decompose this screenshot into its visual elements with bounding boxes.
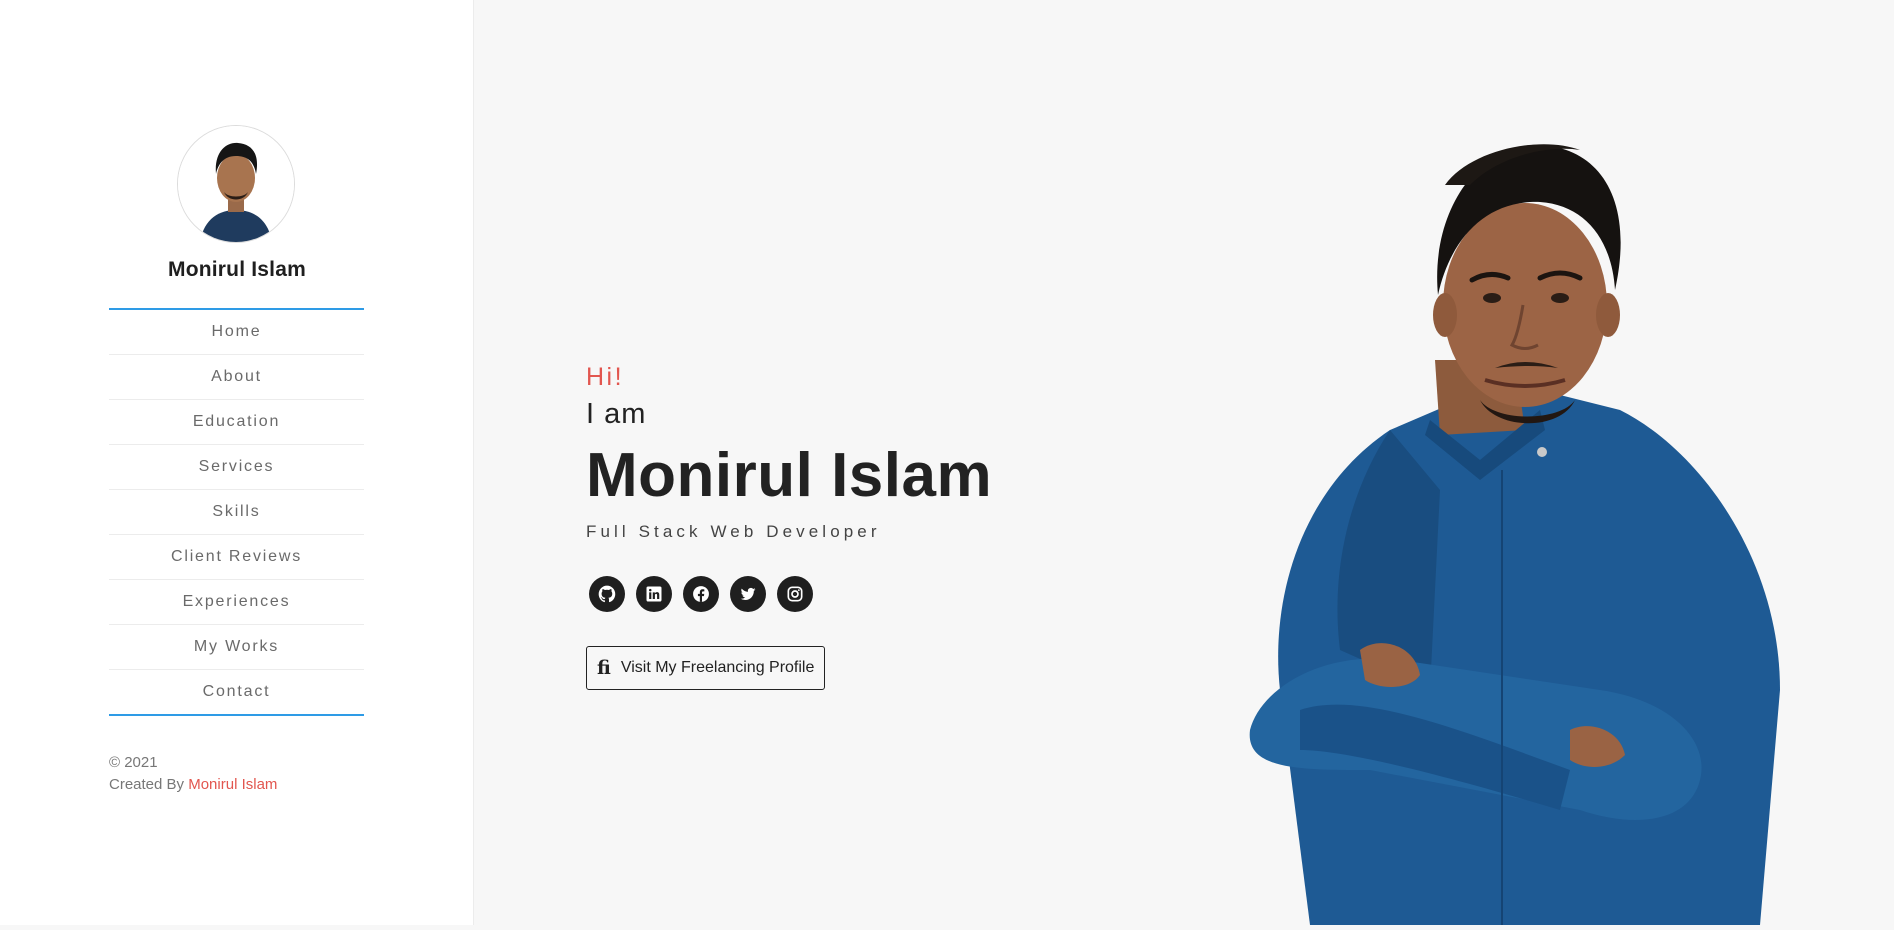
nav-item-home[interactable]: Home [109, 310, 364, 355]
github-icon[interactable] [589, 576, 625, 612]
hero-intro: I am [586, 398, 647, 430]
freelancing-profile-button[interactable]: fi Visit My Freelancing Profile [586, 646, 826, 690]
fiverr-icon: fi [597, 657, 611, 679]
hero-portrait [1240, 130, 1800, 925]
copyright-year: © 2021 [109, 754, 158, 771]
nav-item-skills[interactable]: Skills [109, 490, 364, 535]
hero-name: Monirul Islam [586, 441, 993, 510]
nav-item-experiences[interactable]: Experiences [109, 580, 364, 625]
nav-item-client-reviews[interactable]: Client Reviews [109, 535, 364, 580]
twitter-icon[interactable] [730, 576, 766, 612]
author-link[interactable]: Monirul Islam [188, 776, 277, 793]
linkedin-icon[interactable] [636, 576, 672, 612]
sidebar: Monirul Islam Home About Education Servi… [0, 0, 474, 925]
hero-greeting: Hi! [586, 363, 625, 391]
nav-item-about[interactable]: About [109, 355, 364, 400]
instagram-icon[interactable] [777, 576, 813, 612]
nav-item-my-works[interactable]: My Works [109, 625, 364, 670]
created-by-label: Created By [109, 776, 185, 793]
sidebar-name: Monirul Islam [168, 258, 306, 281]
hero-role: Full Stack Web Developer [586, 522, 881, 541]
social-links [589, 576, 992, 612]
freelancing-profile-label: Visit My Freelancing Profile [620, 659, 815, 676]
nav-item-services[interactable]: Services [109, 445, 364, 490]
avatar[interactable] [177, 125, 295, 243]
facebook-icon[interactable] [683, 576, 719, 612]
copyright: © 2021 Created By Monirul Islam [109, 752, 277, 796]
created-by-line: Created By Monirul Islam [109, 774, 277, 796]
nav-item-education[interactable]: Education [109, 400, 364, 445]
sidebar-nav: Home About Education Services Skills Cli… [109, 308, 364, 716]
nav-item-contact[interactable]: Contact [109, 670, 364, 714]
hero: Hi! I am Monirul Islam Full Stack Web De… [586, 360, 992, 690]
